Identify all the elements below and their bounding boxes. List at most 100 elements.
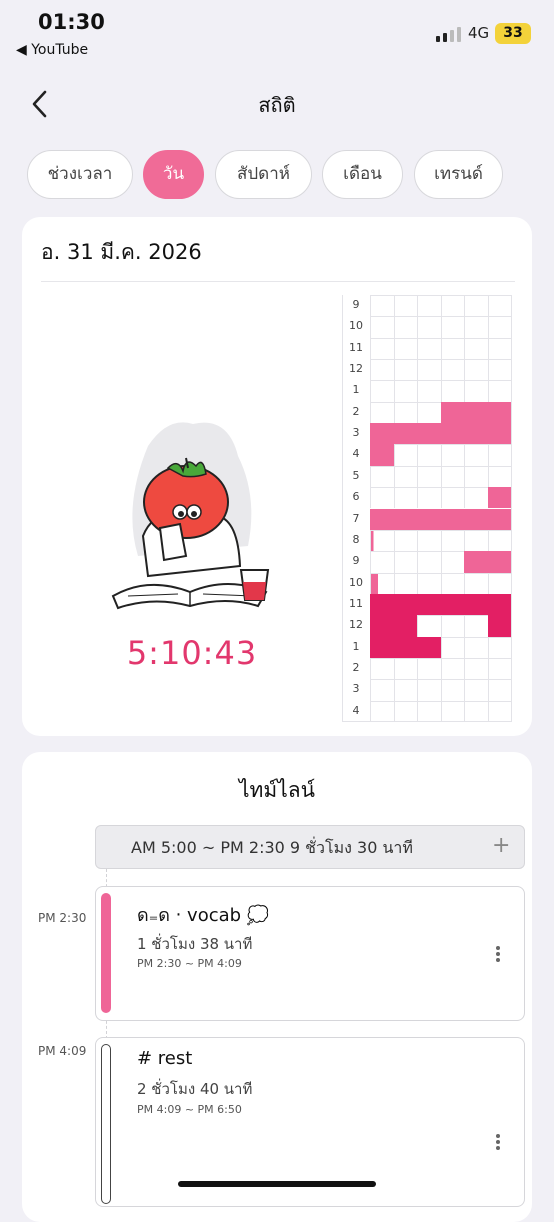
entry-duration: 1 ชั่วโมง 38 นาที	[137, 935, 253, 953]
grid-cell	[393, 359, 417, 381]
grid-cell	[417, 487, 441, 509]
hour-label: 3	[352, 682, 360, 696]
grid-cell	[370, 615, 394, 637]
grid-cell	[393, 316, 417, 338]
grid-cell	[393, 465, 417, 488]
hour-label: 5	[352, 468, 360, 482]
grid-line	[342, 721, 512, 722]
grid-cell	[440, 380, 464, 402]
grid-cell	[417, 359, 441, 381]
grid-cell	[417, 593, 441, 616]
add-icon[interactable]: +	[492, 833, 510, 858]
entry-color-bar	[101, 1044, 111, 1204]
grid-cell	[487, 401, 511, 424]
signal-icon	[436, 27, 461, 42]
grid-cell	[370, 593, 394, 616]
more-options-icon[interactable]	[490, 944, 506, 964]
grid-cell	[393, 551, 417, 573]
grid-cell	[417, 337, 441, 360]
home-indicator[interactable]	[178, 1181, 376, 1187]
grid-cell	[393, 444, 417, 466]
grid-cell	[393, 529, 417, 552]
grid-cell	[487, 380, 511, 402]
grid-cell	[417, 700, 441, 722]
grid-cell	[370, 657, 394, 680]
grid-cell	[393, 295, 417, 317]
more-options-icon[interactable]	[490, 1132, 506, 1152]
grid-cell	[440, 423, 464, 445]
tomato-reading-illustration	[111, 422, 270, 610]
divider	[41, 281, 515, 282]
grid-cell	[464, 316, 488, 338]
grid-cell	[417, 636, 441, 658]
grid-cell	[440, 551, 464, 573]
grid-cell	[393, 572, 417, 594]
grid-cell	[393, 700, 417, 722]
grid-cell	[487, 615, 511, 637]
grid-cell	[487, 465, 511, 488]
entry-color-bar	[101, 893, 111, 1013]
grid-cell	[417, 679, 441, 701]
grid-cell	[417, 529, 441, 552]
grid-cell	[417, 295, 441, 317]
date-label: อ. 31 มี.ค. 2026	[41, 240, 202, 264]
grid-cell	[370, 380, 394, 402]
hour-label: 1	[352, 639, 360, 653]
grid-cell	[440, 529, 464, 552]
grid-cell	[440, 615, 464, 637]
tab-period[interactable]: ช่วงเวลา	[27, 150, 133, 199]
grid-cell	[370, 401, 394, 424]
hour-label: 10	[349, 575, 363, 589]
tab-trend[interactable]: เทรนด์	[414, 150, 503, 199]
tab-day[interactable]: วัน	[143, 150, 204, 199]
grid-cell	[370, 487, 394, 509]
grid-cell	[487, 679, 511, 701]
grid-cell	[464, 551, 488, 573]
grid-cell	[417, 444, 441, 466]
hour-label: 1	[352, 383, 360, 397]
grid-cell	[464, 380, 488, 402]
grid-cell	[464, 636, 488, 658]
grid-cell	[440, 572, 464, 594]
grid-cell	[370, 551, 394, 573]
grid-cell	[440, 465, 464, 488]
tab-week[interactable]: สัปดาห์	[215, 150, 312, 199]
hour-label: 9	[352, 554, 360, 568]
grid-cell	[417, 465, 441, 488]
hour-label: 11	[349, 596, 363, 610]
entry-range: PM 2:30 ~ PM 4:09	[137, 957, 242, 970]
grid-cell	[417, 380, 441, 402]
grid-cell	[464, 508, 488, 530]
grid-cell	[440, 295, 464, 317]
hour-label: 4	[352, 447, 360, 461]
grid-cell	[487, 444, 511, 466]
grid-cell	[487, 572, 511, 594]
tab-month[interactable]: เดือน	[322, 150, 403, 199]
hour-label: 9	[352, 298, 360, 311]
grid-cell	[464, 679, 488, 701]
grid-cell	[487, 529, 511, 552]
grid-cell	[440, 593, 464, 616]
grid-cell	[370, 572, 394, 594]
grid-cell	[440, 487, 464, 509]
grid-cell	[487, 337, 511, 360]
entry-start-time: PM 2:30	[38, 911, 87, 925]
grid-cell	[393, 401, 417, 424]
grid-cell	[464, 295, 488, 317]
hour-label: 4	[352, 703, 360, 717]
back-to-app-link[interactable]: ◀ YouTube	[16, 42, 88, 58]
battery-indicator: 33	[495, 23, 531, 44]
grid-cell	[464, 700, 488, 722]
grid-cell	[464, 401, 488, 424]
grid-cell	[464, 359, 488, 381]
grid-cell	[440, 508, 464, 530]
grid-cell	[370, 295, 394, 317]
grid-cell	[417, 401, 441, 424]
grid-cell	[370, 359, 394, 381]
grid-cell	[440, 401, 464, 424]
grid-cell	[464, 337, 488, 360]
grid-cell	[370, 444, 394, 466]
hour-label: 11	[349, 340, 363, 354]
grid-cell	[393, 657, 417, 680]
grid-cell	[370, 529, 394, 552]
